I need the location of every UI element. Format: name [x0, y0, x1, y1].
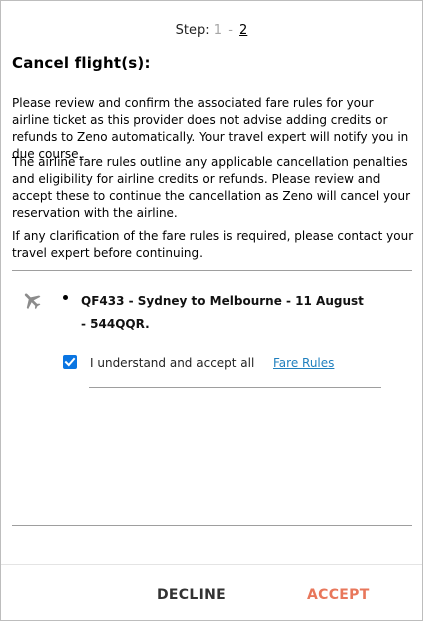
- accept-fare-rules-checkbox[interactable]: [63, 355, 77, 369]
- stepper-label: Step:: [175, 23, 210, 38]
- flight-description: QF433 - Sydney to Melbourne - 11 August …: [81, 294, 364, 331]
- list-bullet: [63, 295, 68, 300]
- accept-button[interactable]: ACCEPT: [307, 587, 370, 603]
- decline-button[interactable]: DECLINE: [157, 587, 226, 603]
- stepper: Step: 1 - 2: [1, 23, 422, 38]
- step-separator: -: [228, 23, 233, 38]
- fare-rules-link[interactable]: Fare Rules: [273, 354, 334, 372]
- dialog-title: Cancel flight(s):: [12, 54, 151, 72]
- accept-fare-rules-label: I understand and accept all: [90, 356, 255, 370]
- fare-rules-explanation-paragraph: The airline fare rules outline any appli…: [12, 155, 411, 220]
- checkmark-icon: [64, 357, 76, 367]
- step-1-current: 1: [213, 23, 223, 38]
- divider: [12, 270, 412, 271]
- dialog-footer: DECLINE ACCEPT: [1, 564, 422, 621]
- divider: [89, 387, 381, 388]
- divider: [12, 525, 412, 526]
- plane-icon: [24, 293, 41, 310]
- cancel-flight-dialog: Step: 1 - 2 Cancel flight(s): Please rev…: [0, 0, 423, 621]
- step-2-link[interactable]: 2: [239, 23, 247, 38]
- fare-rules-notice-paragraph: Please review and confirm the associated…: [12, 96, 409, 161]
- clarification-paragraph: If any clarification of the fare rules i…: [12, 229, 414, 260]
